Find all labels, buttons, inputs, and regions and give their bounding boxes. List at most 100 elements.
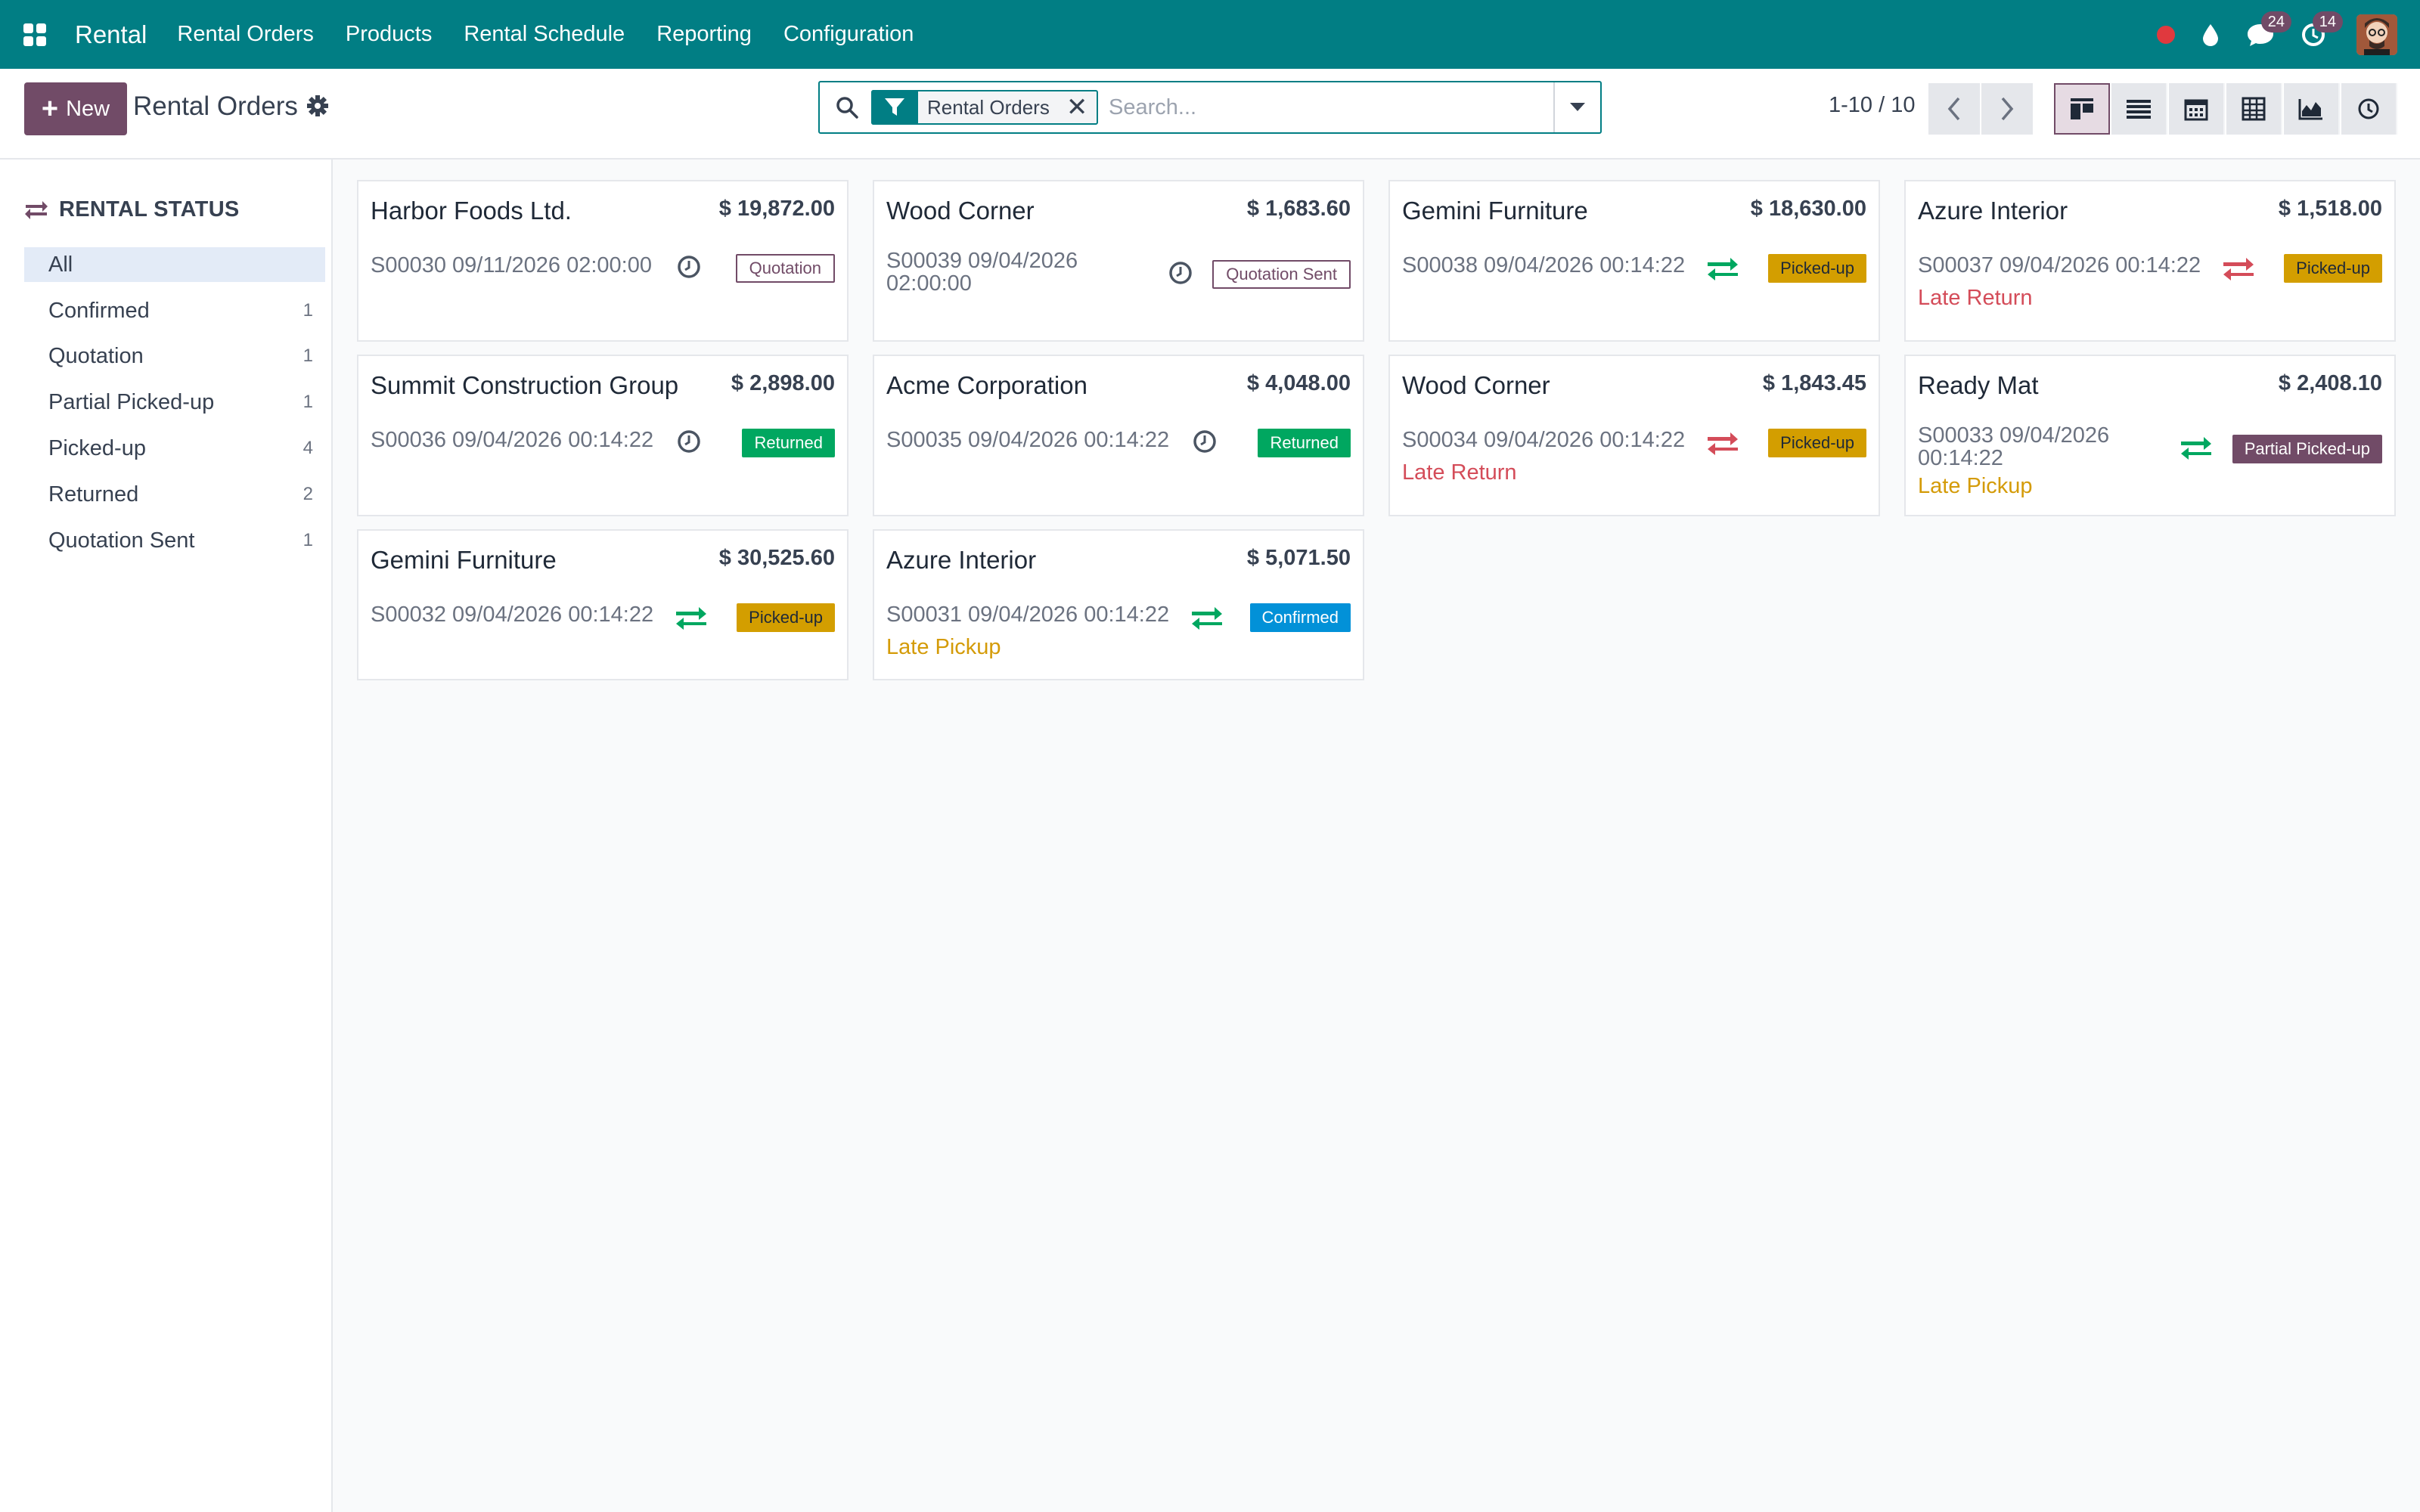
card-reference: S00036 09/04/2026 00:14:22 bbox=[371, 428, 654, 452]
sidebar-header-label: RENTAL STATUS bbox=[59, 197, 240, 222]
card-amount: $ 30,525.60 bbox=[718, 546, 835, 570]
sidebar-item-confirmed[interactable]: Confirmed 1 bbox=[24, 293, 325, 328]
card-customer: Wood Corner bbox=[1402, 371, 1550, 399]
clock-icon[interactable] bbox=[676, 254, 702, 284]
sidebar-item-quotation-sent[interactable]: Quotation Sent 1 bbox=[24, 523, 325, 558]
exchange-icon bbox=[25, 200, 48, 219]
drop-icon[interactable] bbox=[2201, 23, 2220, 47]
card-amount: $ 1,843.45 bbox=[1762, 371, 1866, 395]
pager-previous-button[interactable] bbox=[1928, 83, 1980, 135]
card-amount: $ 2,898.00 bbox=[731, 371, 835, 395]
kanban-card[interactable]: Summit Construction Group $ 2,898.00 S00… bbox=[357, 355, 849, 516]
status-badge: Quotation bbox=[735, 254, 835, 283]
messages-icon[interactable]: 24 bbox=[2246, 11, 2291, 48]
exchange-icon[interactable] bbox=[2222, 257, 2255, 285]
pager-next-button[interactable] bbox=[1981, 83, 2033, 135]
card-customer: Harbor Foods Ltd. bbox=[371, 197, 572, 225]
kanban-card[interactable]: Gemini Furniture $ 18,630.00 S00038 09/0… bbox=[1388, 180, 1880, 342]
menu-reporting[interactable]: Reporting bbox=[656, 22, 752, 47]
card-reference: S00039 09/04/2026 02:00:00 bbox=[886, 249, 1078, 296]
kanban-card[interactable]: Wood Corner $ 1,683.60 S00039 09/04/2026… bbox=[873, 180, 1364, 342]
pivot-table-icon bbox=[2242, 97, 2266, 121]
kanban-card[interactable]: Gemini Furniture $ 30,525.60 S00032 09/0… bbox=[357, 529, 849, 680]
app-menu-icon[interactable] bbox=[23, 23, 46, 46]
status-badge: Returned bbox=[1258, 429, 1351, 457]
new-button[interactable]: + New bbox=[24, 82, 127, 135]
clock-icon[interactable] bbox=[1192, 429, 1218, 458]
user-avatar[interactable] bbox=[2356, 14, 2397, 55]
sidebar-item-label: Picked-up bbox=[48, 435, 146, 460]
chevron-left-icon bbox=[1947, 97, 1960, 121]
late-return-label: Late Return bbox=[1402, 460, 1517, 485]
kanban-icon bbox=[2071, 98, 2093, 119]
activities-icon[interactable]: 14 bbox=[2301, 11, 2343, 48]
card-reference: S00032 09/04/2026 00:14:22 bbox=[371, 603, 654, 627]
sidebar-item-count: 1 bbox=[302, 300, 313, 321]
clock-icon[interactable] bbox=[676, 429, 702, 458]
sidebar-item-label: Quotation Sent bbox=[48, 528, 195, 553]
kanban-card[interactable]: Azure Interior $ 5,071.50 S00031 09/04/2… bbox=[873, 529, 1364, 680]
sidebar-item-count: 1 bbox=[302, 530, 313, 550]
status-badge: Picked-up bbox=[1768, 254, 1866, 283]
sidebar-item-all[interactable]: All bbox=[24, 247, 325, 282]
card-reference: S00037 09/04/2026 00:14:22 bbox=[1918, 253, 2201, 277]
exchange-icon[interactable] bbox=[2180, 436, 2213, 464]
search-options-toggle[interactable] bbox=[1553, 82, 1600, 132]
kanban-view-button[interactable] bbox=[2054, 83, 2110, 135]
kanban-card[interactable]: Harbor Foods Ltd. $ 19,872.00 S00030 09/… bbox=[357, 180, 849, 342]
card-customer: Gemini Furniture bbox=[371, 546, 557, 574]
menu-configuration[interactable]: Configuration bbox=[783, 22, 914, 47]
clock-icon bbox=[2358, 98, 2379, 119]
exchange-icon[interactable] bbox=[1190, 606, 1224, 634]
status-badge: Confirmed bbox=[1249, 603, 1351, 632]
late-pickup-label: Late Pickup bbox=[886, 635, 1001, 659]
list-view-button[interactable] bbox=[2111, 83, 2167, 135]
card-amount: $ 2,408.10 bbox=[2278, 371, 2382, 395]
card-amount: $ 1,518.00 bbox=[2278, 197, 2382, 221]
plus-icon: + bbox=[41, 93, 59, 125]
sidebar-item-label: Quotation bbox=[48, 343, 144, 368]
pivot-view-button[interactable] bbox=[2226, 83, 2282, 135]
calendar-view-button[interactable] bbox=[2169, 83, 2225, 135]
app-brand[interactable]: Rental bbox=[75, 20, 147, 49]
menu-rental-orders[interactable]: Rental Orders bbox=[177, 22, 314, 47]
card-amount: $ 5,071.50 bbox=[1246, 546, 1351, 570]
card-amount: $ 4,048.00 bbox=[1246, 371, 1351, 395]
kanban-card[interactable]: Ready Mat $ 2,408.10 S00033 09/04/2026 0… bbox=[1904, 355, 2396, 516]
clock-icon[interactable] bbox=[1168, 260, 1193, 290]
card-reference: S00035 09/04/2026 00:14:22 bbox=[886, 428, 1170, 452]
kanban-card[interactable]: Azure Interior $ 1,518.00 S00037 09/04/2… bbox=[1904, 180, 2396, 342]
search-bar: Rental Orders ✕ bbox=[818, 81, 1602, 134]
card-amount: $ 19,872.00 bbox=[718, 197, 835, 221]
search-input[interactable] bbox=[1109, 91, 1532, 123]
facet-label: Rental Orders bbox=[927, 95, 1050, 119]
exchange-icon[interactable] bbox=[675, 606, 708, 634]
activity-view-button[interactable] bbox=[2341, 83, 2397, 135]
sidebar-item-count: 1 bbox=[302, 392, 313, 412]
sidebar-item-picked-up[interactable]: Picked-up 4 bbox=[24, 431, 325, 466]
sidebar-item-returned[interactable]: Returned 2 bbox=[24, 477, 325, 512]
sidebar-item-label: All bbox=[48, 252, 73, 277]
search-icon[interactable] bbox=[835, 95, 859, 123]
sidebar-item-quotation[interactable]: Quotation 1 bbox=[24, 339, 325, 373]
control-panel: + New Rental Orders Rental Orders ✕ Sear… bbox=[0, 69, 2420, 160]
pager-value[interactable]: 1-10 / 10 bbox=[1829, 93, 1915, 118]
recording-status-icon[interactable] bbox=[2157, 25, 2175, 44]
card-customer: Summit Construction Group bbox=[371, 371, 679, 399]
graph-view-button[interactable] bbox=[2284, 83, 2340, 135]
search-panel-sidebar: RENTAL STATUS All Confirmed 1 Quotation … bbox=[0, 160, 333, 1512]
kanban-card[interactable]: Acme Corporation $ 4,048.00 S00035 09/04… bbox=[873, 355, 1364, 516]
status-badge: Picked-up bbox=[2284, 254, 2382, 283]
remove-facet-icon[interactable]: ✕ bbox=[1066, 94, 1088, 120]
kanban-card[interactable]: Wood Corner $ 1,843.45 S00034 09/04/2026… bbox=[1388, 355, 1880, 516]
menu-products[interactable]: Products bbox=[346, 22, 432, 47]
exchange-icon[interactable] bbox=[1706, 432, 1739, 460]
exchange-icon[interactable] bbox=[1706, 257, 1739, 285]
card-reference: S00033 09/04/2026 00:14:22 bbox=[1918, 423, 2110, 470]
menu-rental-schedule[interactable]: Rental Schedule bbox=[464, 22, 625, 47]
card-reference: S00038 09/04/2026 00:14:22 bbox=[1402, 253, 1686, 277]
card-customer: Ready Mat bbox=[1918, 371, 2039, 399]
gear-icon[interactable] bbox=[306, 94, 330, 122]
sidebar-item-count: 4 bbox=[302, 438, 313, 458]
sidebar-item-partial-picked-up[interactable]: Partial Picked-up 1 bbox=[24, 385, 325, 420]
